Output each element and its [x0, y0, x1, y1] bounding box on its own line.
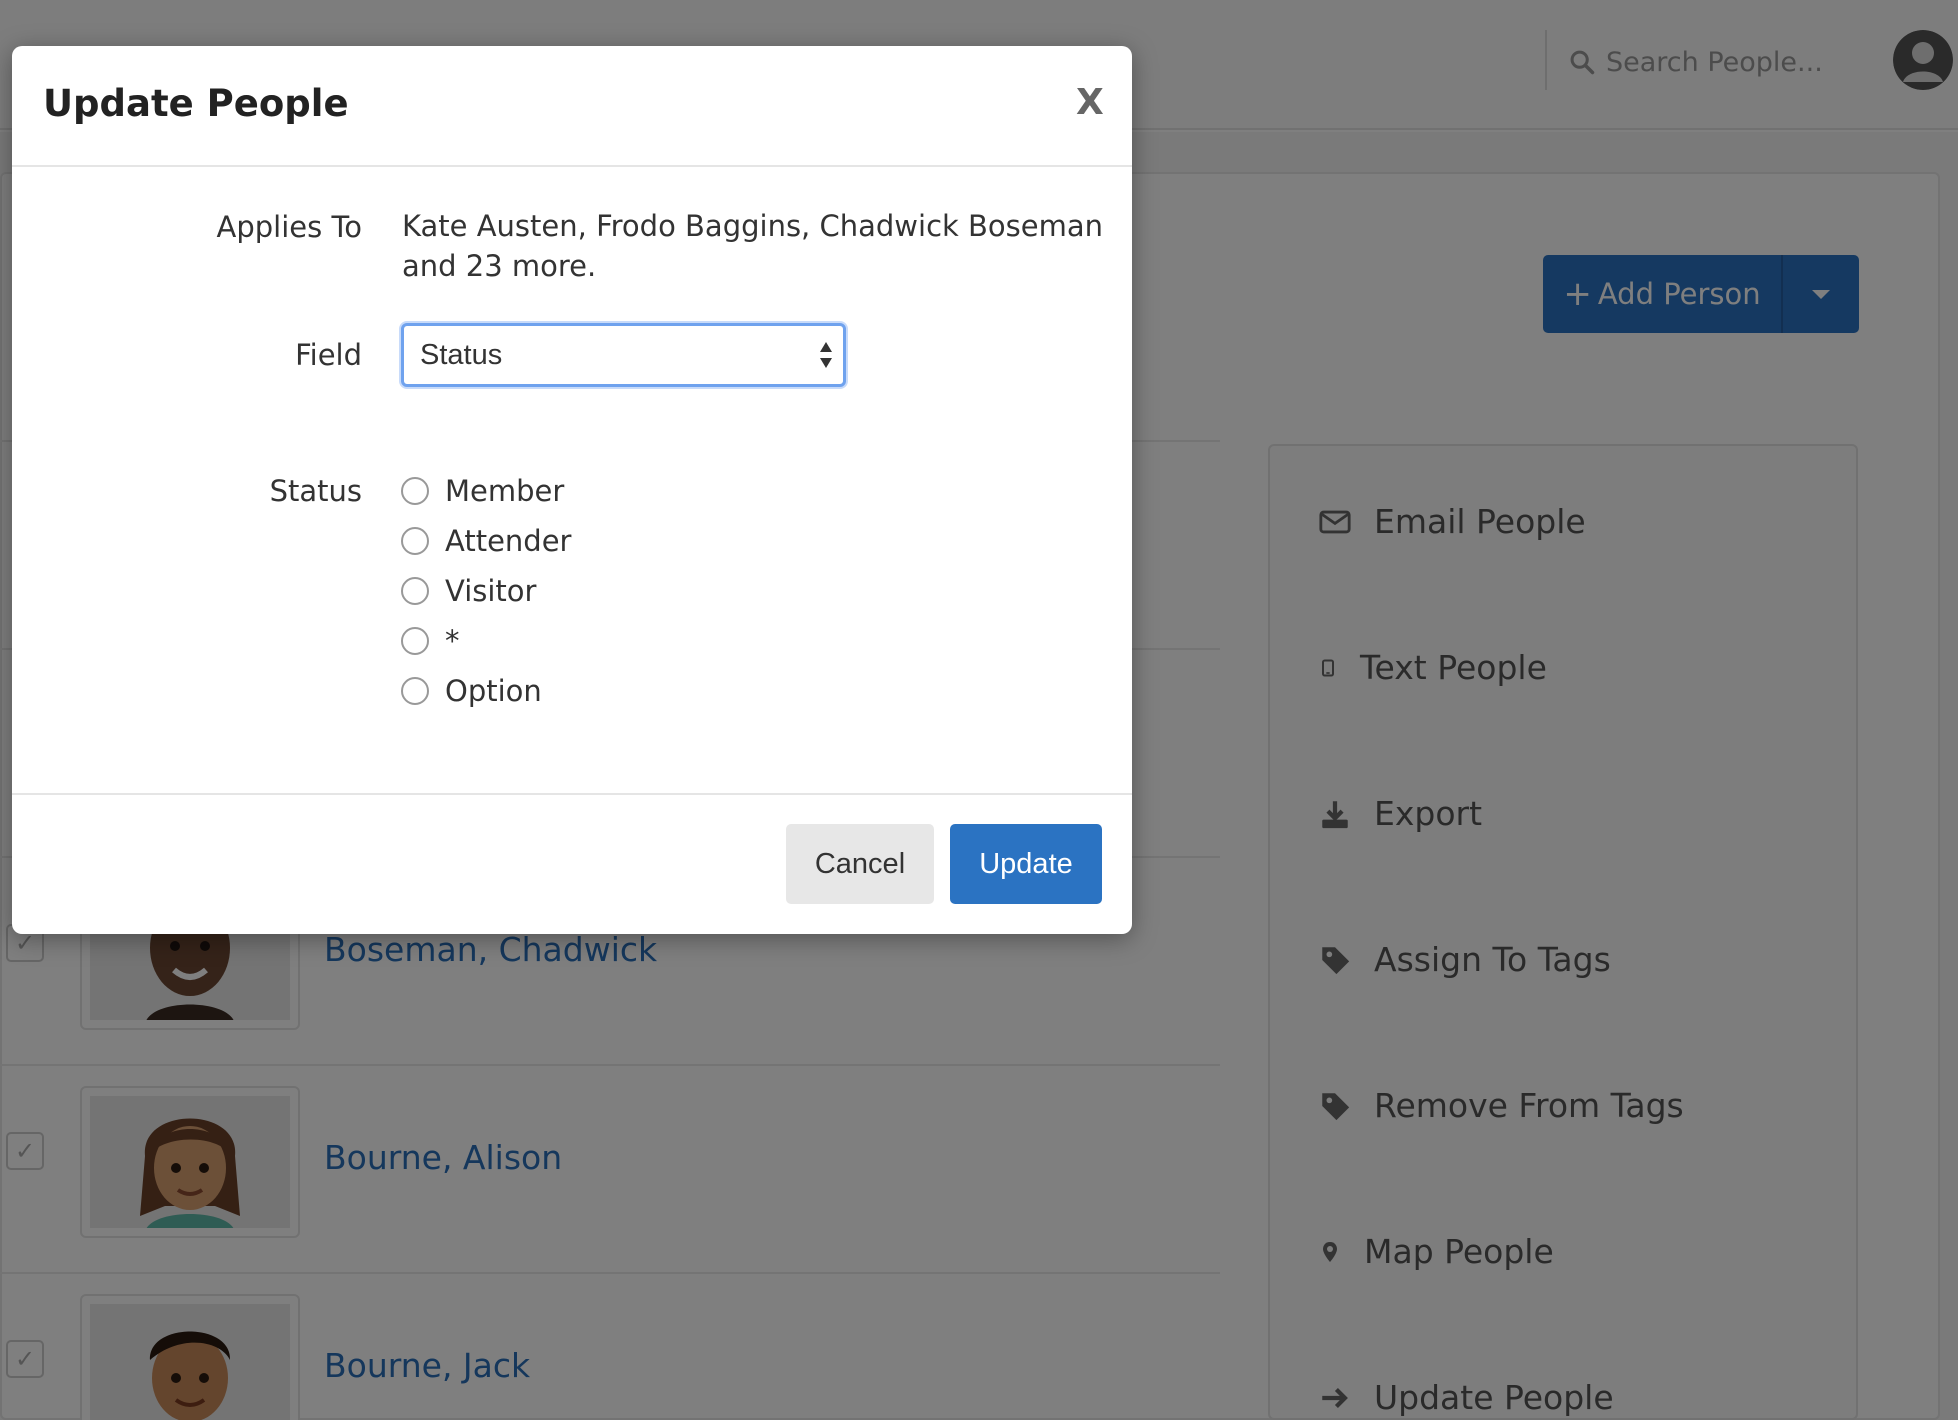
radio-label: Visitor: [445, 574, 537, 608]
applies-to-line: and 23 more.: [402, 249, 597, 283]
radio-button[interactable]: [401, 527, 429, 555]
close-icon[interactable]: X: [1076, 82, 1104, 123]
radio-label: Member: [445, 474, 565, 508]
status-label: Status: [269, 474, 362, 508]
radio-button[interactable]: [401, 477, 429, 505]
applies-to-value: Kate Austen, Frodo Baggins, Chadwick Bos…: [402, 206, 1103, 286]
status-option-visitor[interactable]: Visitor: [401, 574, 536, 608]
field-select[interactable]: Status: [401, 323, 846, 387]
update-people-modal: Update People X Applies To Kate Austen, …: [12, 46, 1132, 934]
cancel-button[interactable]: Cancel: [786, 824, 934, 904]
radio-label: Attender: [445, 524, 572, 558]
update-button[interactable]: Update: [950, 824, 1102, 904]
status-option-asterisk[interactable]: *: [401, 624, 460, 658]
applies-to-line: Kate Austen, Frodo Baggins, Chadwick Bos…: [402, 209, 1104, 243]
select-arrows-icon: [820, 342, 832, 368]
status-option-option[interactable]: Option: [401, 674, 542, 708]
radio-button[interactable]: [401, 577, 429, 605]
applies-to-label: Applies To: [216, 210, 362, 244]
status-option-attender[interactable]: Attender: [401, 524, 571, 558]
field-select-value: Status: [420, 338, 503, 371]
radio-label: *: [445, 624, 460, 658]
modal-header: Update People X: [12, 46, 1132, 167]
radio-button[interactable]: [401, 677, 429, 705]
radio-button[interactable]: [401, 627, 429, 655]
field-label: Field: [295, 338, 362, 372]
status-option-member[interactable]: Member: [401, 474, 564, 508]
radio-label: Option: [445, 674, 542, 708]
modal-title: Update People: [43, 82, 349, 125]
modal-footer-divider: [12, 793, 1132, 795]
